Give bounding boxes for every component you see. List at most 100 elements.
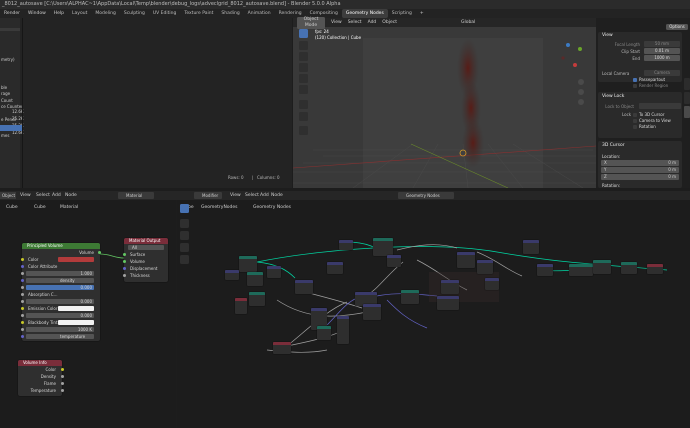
output-socket[interactable] (60, 375, 64, 378)
material-output-node[interactable]: Material Output All Surface Volume Displac… (122, 238, 168, 282)
principled-volume-input[interactable]: Temperature...temperature (20, 333, 100, 340)
geometry-node[interactable] (363, 304, 381, 320)
shader-editor[interactable]: Cube Cube Material Principled Volume Vol… (0, 200, 176, 428)
principled-volume-input[interactable]: Emission Strength0.000 (20, 298, 100, 305)
object-mode-dropdown[interactable]: Object Mode (297, 16, 325, 29)
rotation-lock-checkbox[interactable] (633, 125, 637, 129)
geometry-node[interactable] (477, 260, 493, 274)
principled-volume-input[interactable]: Temperature1000 K (20, 326, 100, 333)
lock-to-object-field[interactable] (639, 103, 681, 109)
menu-help[interactable]: Help (50, 9, 68, 18)
local-camera-field[interactable]: Camera (644, 70, 680, 76)
geometry-node[interactable] (387, 255, 401, 267)
3d-cursor-title[interactable]: 3D Cursor (602, 143, 625, 148)
input-socket[interactable] (20, 293, 24, 296)
geometry-node[interactable] (437, 296, 459, 310)
input-socket[interactable] (20, 286, 24, 289)
move-tool-icon[interactable] (299, 52, 308, 61)
output-socket[interactable] (60, 389, 64, 392)
geometry-nodes-editor[interactable]: Cube GeometryNodes Geometry Nodes (177, 200, 690, 428)
output-socket[interactable] (60, 368, 64, 371)
workspace-tab-modeling[interactable]: Modeling (91, 9, 119, 18)
options-button[interactable]: Options (666, 24, 688, 30)
geometry-node[interactable] (647, 264, 663, 274)
geo-menu-node[interactable]: Node (271, 193, 283, 198)
principled-volume-input[interactable]: Color Attribute (20, 263, 100, 270)
input-socket[interactable] (20, 307, 24, 310)
workspace-tab-shading[interactable]: Shading (217, 9, 243, 18)
volume-info-output[interactable]: Color (18, 366, 64, 373)
input-socket[interactable] (20, 258, 24, 261)
workspace-tab-sculpting[interactable]: Sculpting (120, 9, 149, 18)
geometry-node[interactable] (339, 240, 353, 250)
material-output-input[interactable]: Displacement (122, 265, 168, 272)
geometry-node[interactable] (621, 262, 637, 274)
principled-volume-node[interactable]: Principled Volume Volume Color Color Attr… (20, 243, 101, 341)
selected-domain-row[interactable] (0, 125, 22, 131)
spreadsheet-domain-label[interactable]: rage (1, 91, 10, 96)
workspace-tab-animation[interactable]: Animation (244, 9, 275, 18)
input-socket[interactable] (20, 300, 24, 303)
geo-menu-add[interactable]: Add (260, 193, 269, 198)
volume-output-socket[interactable] (98, 251, 101, 254)
shader-menu-select[interactable]: Select (36, 193, 50, 198)
input-socket[interactable] (20, 328, 24, 331)
workspace-tab-scripting[interactable]: Scripting (388, 9, 416, 18)
workspace-tab-texture-paint[interactable]: Texture Paint (180, 9, 217, 18)
viewport-menu-select[interactable]: Select (348, 20, 362, 25)
zoom-icon[interactable] (578, 79, 584, 85)
view-lock-title[interactable]: View Lock (602, 94, 624, 99)
spreadsheet-domain-label[interactable]: Count (1, 98, 13, 103)
passepartout-checkbox[interactable] (633, 78, 637, 82)
geometry-node[interactable] (235, 298, 247, 314)
volume-info-node[interactable]: Volume Info Color Density Flame Temperature (18, 360, 64, 396)
input-socket[interactable] (20, 279, 24, 282)
cursor-tool-icon[interactable] (299, 41, 308, 50)
input-socket[interactable] (20, 314, 24, 317)
geometry-node[interactable] (441, 280, 459, 294)
shader-menu-node[interactable]: Node (65, 193, 77, 198)
color-swatch[interactable] (58, 306, 94, 311)
geometry-node[interactable] (337, 316, 349, 344)
add-cube-tool-icon[interactable] (299, 126, 308, 135)
geo-menu-select[interactable]: Select (245, 193, 259, 198)
principled-volume-input[interactable]: Blackbody Tint (20, 319, 100, 326)
transform-tool-icon[interactable] (299, 85, 308, 94)
menu-render[interactable]: Render (0, 9, 24, 18)
menu-window[interactable]: Window (24, 9, 50, 18)
color-swatch[interactable] (58, 257, 94, 262)
principled-volume-input[interactable]: Color (20, 256, 100, 263)
spreadsheet-domain-label[interactable]: mes (1, 133, 9, 138)
spreadsheet-domain-label[interactable]: ble (1, 85, 7, 90)
material-output-input[interactable]: Thickness (122, 272, 168, 279)
to-3d-cursor-checkbox[interactable] (633, 113, 637, 117)
workspace-tab-uv-editing[interactable]: UV Editing (149, 9, 180, 18)
input-socket[interactable] (20, 265, 24, 268)
cursor-z-field[interactable]: Z 0 m (601, 174, 679, 180)
geo-menu-view[interactable]: View (230, 193, 241, 198)
workspace-tab-geometry-nodes[interactable]: Geometry Nodes (341, 9, 388, 18)
viewport-menu-view[interactable]: View (331, 20, 342, 25)
clip-start-field[interactable]: 0.01 m (644, 48, 680, 54)
principled-volume-input[interactable]: Density1.000 (20, 270, 100, 277)
select-tool-icon[interactable] (299, 29, 308, 38)
camera-to-view-checkbox[interactable] (633, 119, 637, 123)
add-workspace-icon[interactable]: + (416, 9, 428, 18)
spreadsheet-domain-label[interactable]: metry) (1, 57, 15, 62)
input-socket[interactable] (122, 260, 126, 263)
3d-viewport[interactable]: fps: 24 (120) Collection | Cube (293, 18, 596, 188)
input-socket[interactable] (122, 274, 126, 277)
annotate-tool-icon[interactable] (299, 100, 308, 109)
geometry-node[interactable] (485, 278, 499, 290)
geometry-node[interactable] (401, 290, 419, 304)
scale-tool-icon[interactable] (299, 74, 308, 83)
gizmo-z-icon[interactable] (566, 43, 570, 47)
modifier-dropdown[interactable]: Modifier (194, 192, 222, 199)
principled-volume-input[interactable]: Anisotropy0.000 (20, 284, 100, 291)
principled-volume-input[interactable]: Density Attrib...density (20, 277, 100, 284)
geometry-node[interactable] (295, 280, 313, 294)
volume-info-output[interactable]: Temperature (18, 387, 64, 394)
material-output-input[interactable]: Volume (122, 258, 168, 265)
tab-item[interactable] (684, 78, 690, 90)
geometry-node[interactable] (523, 240, 539, 254)
